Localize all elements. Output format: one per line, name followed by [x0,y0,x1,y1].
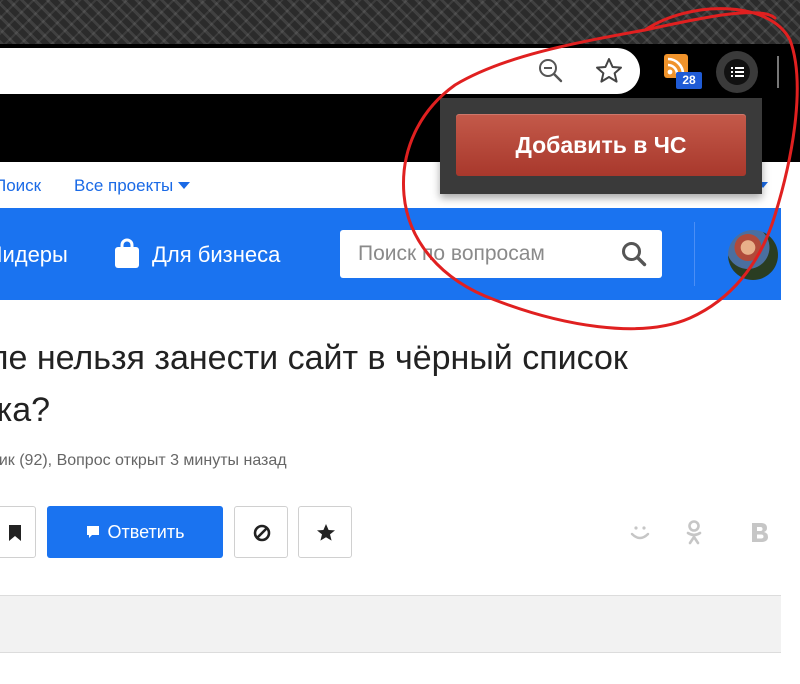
site-nav-bar: Лидеры Для бизнеса [0,208,781,300]
question-title-line1: угле нельзя занести сайт в чёрный список [0,339,628,377]
list-icon [724,59,750,85]
browser-toolbar: 28 [0,44,800,100]
toolbar-separator [777,56,779,88]
blacklist-extension-button[interactable] [716,51,758,93]
rss-extension-button[interactable]: 28 [664,54,702,89]
nav-leaders[interactable]: Лидеры [0,242,68,268]
question-title-line2: века? [0,391,51,429]
briefcase-icon[interactable] [111,238,143,270]
add-to-blacklist-button[interactable]: Добавить в ЧС [456,114,746,176]
extension-count-badge: 28 [676,72,702,89]
answer-area[interactable] [0,595,781,653]
nav-for-business[interactable]: Для бизнеса [152,242,280,268]
toplink-all-projects[interactable]: Все проекты [74,176,191,196]
browser-tab-strip [0,0,800,44]
share-vk-icon[interactable] [746,518,774,546]
report-button[interactable] [234,506,288,558]
share-odnoklassniki-icon[interactable] [680,518,708,546]
share-mail-smile-icon[interactable] [626,518,654,546]
bookmark-star-icon[interactable] [594,56,624,86]
caret-down-icon [178,182,191,189]
user-avatar[interactable] [728,230,778,280]
reply-button[interactable]: Ответить [47,506,223,558]
zoom-out-icon[interactable] [536,56,566,86]
star-icon [317,524,335,541]
question-meta: ник (92), Вопрос открыт 3 минуты назад [0,452,287,469]
question-title: угле нельзя занести сайт в чёрный список… [0,332,800,436]
blacklist-popup: Добавить в ЧС [440,98,762,194]
nav-divider [694,222,695,286]
comment-icon [86,526,99,538]
reply-button-label: Ответить [107,521,185,542]
toplink-all-projects-label: Все проекты [74,176,174,195]
question-search-box [340,230,662,278]
block-icon [253,524,271,542]
favorite-button[interactable] [298,506,352,558]
search-icon[interactable] [620,240,648,268]
address-bar[interactable] [0,48,640,94]
bookmark-button[interactable] [0,506,36,558]
question-search-input[interactable] [340,230,610,278]
toplink-search[interactable]: Поиск [0,176,41,196]
bookmark-flag-icon [9,525,21,541]
